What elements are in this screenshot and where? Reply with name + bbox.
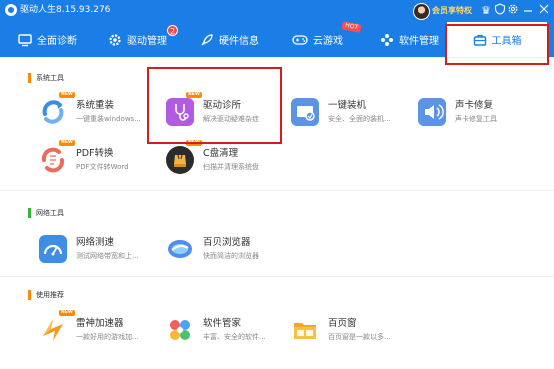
- tool-network-speed-test[interactable]: 网络测速 测试网络带宽和上...: [39, 235, 159, 269]
- tab-label: 云游戏: [313, 36, 343, 47]
- hot-tag: HOT: [341, 21, 362, 33]
- folder-icon: [291, 316, 319, 344]
- tool-leishen-accelerator[interactable]: NEW 雷神加速器 一款好用的游戏加...: [39, 310, 159, 350]
- tool-description: 扫描并清理系统盘: [203, 163, 259, 171]
- tool-name: 百页窗: [328, 318, 357, 329]
- tool-name: C盘清理: [203, 148, 239, 159]
- update-count-badge: 2: [167, 25, 178, 36]
- tab-software-management[interactable]: 软件管理: [380, 22, 439, 57]
- main-nav: 全面诊断 驱动管理 2 硬件信息 云游戏 HOT 软件管理 工具箱: [0, 21, 554, 57]
- browser-icon: [166, 235, 194, 263]
- tool-description: 安全、全面的装机...: [328, 115, 391, 123]
- tool-description: 一款好用的游戏加...: [76, 333, 139, 341]
- tool-description: 测试网络带宽和上...: [76, 252, 139, 260]
- tab-label: 全面诊断: [37, 36, 77, 47]
- tool-system-reinstall[interactable]: NEW 系统重装 一键重装windows...: [39, 92, 159, 132]
- accelerator-icon: [39, 316, 67, 344]
- app-logo-icon: [5, 4, 17, 16]
- close-icon[interactable]: [536, 3, 552, 19]
- clinic-icon: [166, 98, 194, 126]
- tool-sound-card-repair[interactable]: 声卡修复 声卡修复工具: [418, 98, 538, 132]
- tab-label: 硬件信息: [219, 36, 259, 47]
- tool-description: 一键重装windows...: [76, 115, 141, 123]
- section-divider: [0, 190, 554, 191]
- tool-c-drive-cleanup[interactable]: NEW C盘清理 扫描并清理系统盘: [166, 140, 286, 180]
- tab-cloud-game[interactable]: 云游戏: [292, 22, 343, 57]
- tool-name: 雷神加速器: [76, 318, 124, 329]
- speedtest-icon: [39, 235, 67, 263]
- section-title-recommended: 使用推荐: [28, 290, 64, 300]
- window-title: 驱动人生8.15.93.276: [20, 5, 111, 15]
- tool-name: 系统重装: [76, 100, 115, 111]
- tool-description: PDF文件转Word: [76, 163, 129, 171]
- new-tag: NEW: [186, 92, 202, 98]
- title-bar: 驱动人生8.15.93.276 会员享特权 ♛: [0, 0, 554, 22]
- tab-full-diagnosis[interactable]: 全面诊断: [18, 22, 77, 57]
- tab-toolbox[interactable]: 工具箱: [447, 22, 547, 57]
- tool-name: 驱动诊所: [203, 100, 242, 111]
- vip-privilege-link[interactable]: 会员享特权: [432, 5, 472, 17]
- pdf-icon: [39, 146, 67, 174]
- tool-name: 声卡修复: [455, 100, 494, 111]
- section-divider: [0, 276, 554, 277]
- settings-gear-icon[interactable]: [505, 3, 521, 19]
- new-tag: NEW: [186, 140, 202, 146]
- section-title-system-tools: 系统工具: [28, 73, 64, 83]
- new-tag: NEW: [59, 92, 75, 98]
- gear-icon: [109, 33, 121, 46]
- tool-description: 快而简洁的浏览器: [203, 252, 259, 260]
- tab-label: 软件管理: [399, 36, 439, 47]
- tool-name: 网络测速: [76, 237, 115, 248]
- section-title-network-tools: 网络工具: [28, 208, 64, 218]
- monitor-icon: [18, 33, 32, 46]
- install-icon: [291, 98, 319, 126]
- tool-software-manager[interactable]: 软件管家 丰富、安全的软件...: [166, 316, 286, 350]
- tool-driver-clinic[interactable]: NEW 驱动诊所 解决驱动疑难杂症: [166, 92, 286, 132]
- tool-description: 百页窗是一款以多...: [328, 333, 391, 341]
- new-tag: NEW: [59, 310, 75, 316]
- tool-name: 百贝浏览器: [203, 237, 251, 248]
- tab-label: 工具箱: [491, 36, 522, 47]
- gamepad-icon: [292, 34, 308, 45]
- tool-pdf-convert[interactable]: NEW PDF转换 PDF文件转Word: [39, 140, 159, 180]
- tool-description: 解决驱动疑难杂症: [203, 115, 259, 123]
- rocket-icon: [201, 33, 213, 45]
- tool-name: 软件管家: [203, 318, 242, 329]
- tool-one-click-install[interactable]: 一键装机 安全、全面的装机...: [291, 98, 411, 132]
- tool-description: 丰富、安全的软件...: [203, 333, 266, 341]
- toolbox-icon: [473, 34, 486, 46]
- tool-baiyechuang[interactable]: 百页窗 百页窗是一款以多...: [291, 316, 411, 350]
- reinstall-icon: [39, 98, 67, 126]
- tab-label: 驱动管理: [127, 36, 167, 47]
- disk-clean-icon: [166, 146, 194, 174]
- speaker-icon: [418, 98, 446, 126]
- minimize-icon[interactable]: [520, 3, 536, 19]
- tool-baibei-browser[interactable]: 百贝浏览器 快而简洁的浏览器: [166, 235, 286, 269]
- tool-description: 声卡修复工具: [455, 115, 497, 123]
- software-manager-icon: [166, 316, 194, 344]
- toolbox-panel: 系统工具 NEW 系统重装 一键重装windows... NEW 驱动诊所 解决…: [0, 57, 554, 369]
- apps-icon: [381, 33, 393, 46]
- tab-hardware-info[interactable]: 硬件信息: [200, 22, 259, 57]
- tab-driver-management[interactable]: 驱动管理: [108, 22, 167, 57]
- tool-name: PDF转换: [76, 148, 114, 159]
- new-tag: NEW: [59, 140, 75, 146]
- tool-name: 一键装机: [328, 100, 367, 111]
- user-avatar[interactable]: [413, 3, 430, 20]
